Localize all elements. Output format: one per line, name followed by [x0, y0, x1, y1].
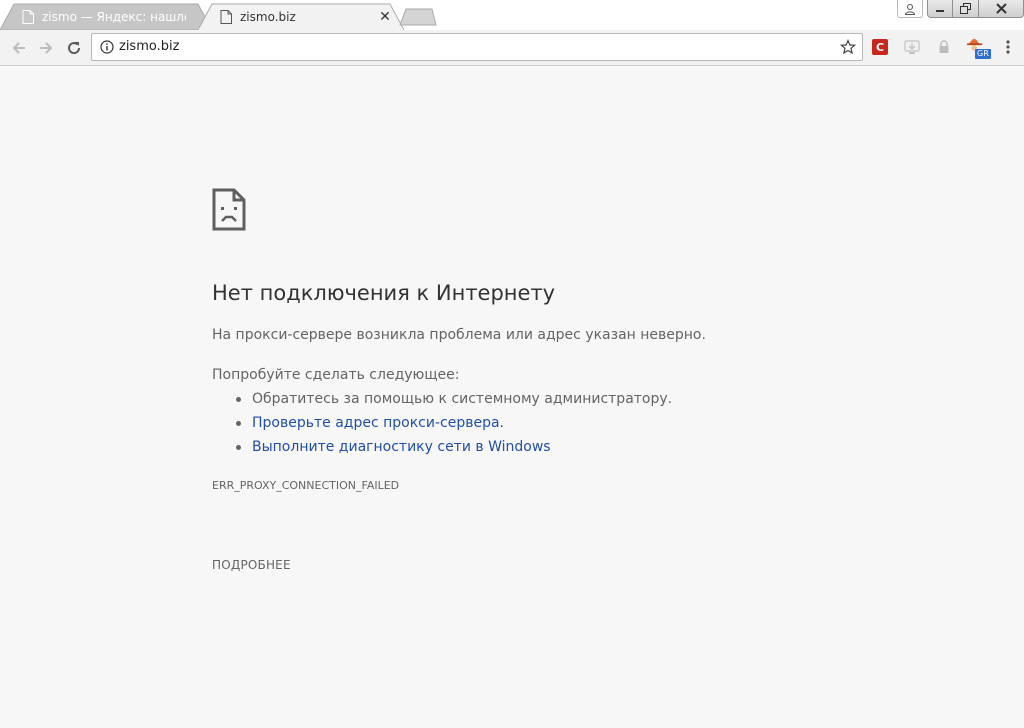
three-dots-vertical-icon: [1006, 40, 1010, 54]
url-text[interactable]: zismo.biz: [119, 34, 179, 60]
browser-toolbar: zismo.biz C GR: [0, 30, 1024, 66]
new-tab-button[interactable]: [398, 8, 438, 26]
close-tab-icon[interactable]: ✕: [378, 10, 392, 24]
back-button[interactable]: [8, 37, 30, 59]
suggestion-check-proxy: Проверьте адрес прокси-сервера.: [212, 414, 672, 438]
check-proxy-link[interactable]: Проверьте адрес прокси-сервера.: [252, 415, 504, 431]
chrome-menu-button[interactable]: [998, 37, 1018, 57]
download-icon: [904, 40, 920, 54]
details-button[interactable]: ПОДРОБНЕЕ: [212, 558, 291, 572]
reload-button[interactable]: [63, 37, 85, 59]
extension-gr-button[interactable]: GR: [966, 37, 991, 59]
profile-button[interactable]: [897, 0, 923, 18]
error-page: Нет подключения к Интернету На прокси-се…: [212, 188, 832, 572]
page-icon: [22, 10, 34, 24]
suggestion-contact-admin: Обратитесь за помощью к системному админ…: [212, 390, 672, 414]
extension-c-button[interactable]: C: [870, 37, 890, 57]
close-window-button[interactable]: [979, 0, 1024, 18]
address-bar[interactable]: zismo.biz: [91, 33, 863, 61]
page-icon: [220, 10, 232, 24]
info-icon[interactable]: [100, 40, 114, 54]
person-icon: [904, 3, 916, 15]
c-extension-icon: C: [872, 39, 888, 55]
extension-download-button[interactable]: [902, 37, 922, 57]
gr-badge: GR: [975, 49, 991, 59]
error-code: ERR_PROXY_CONNECTION_FAILED: [212, 479, 400, 492]
network-diagnostics-link[interactable]: Выполните диагностику сети в Windows: [252, 439, 551, 455]
arrow-right-icon: [40, 42, 53, 54]
close-icon: [995, 3, 1007, 14]
suggestions-list: Обратитесь за помощью к системному админ…: [212, 390, 672, 462]
minimize-button[interactable]: [927, 0, 953, 18]
error-title: Нет подключения к Интернету: [212, 281, 556, 305]
reload-icon: [68, 42, 81, 55]
extension-lock-button[interactable]: [934, 37, 954, 57]
title-bar: zismo — Яндекс: нашлос zismo.biz ✕: [0, 0, 1024, 30]
lock-icon: [939, 40, 949, 53]
tab-title: zismo — Яндекс: нашлос: [42, 10, 186, 24]
tab-zismo-biz[interactable]: zismo.biz ✕: [198, 3, 404, 30]
bookmark-star-icon[interactable]: [839, 38, 857, 56]
arrow-left-icon: [12, 42, 25, 54]
restore-icon: [960, 3, 971, 14]
tab-zismo-yandex[interactable]: zismo — Яндекс: нашлос: [0, 3, 212, 30]
restore-button[interactable]: [953, 0, 979, 18]
tab-title: zismo.biz: [240, 10, 296, 24]
suggestions-heading: Попробуйте сделать следующее:: [212, 367, 460, 383]
sad-page-icon: [212, 188, 246, 231]
error-description: На прокси-сервере возникла проблема или …: [212, 327, 706, 343]
forward-button[interactable]: [35, 37, 57, 59]
minimize-icon: [936, 9, 944, 12]
suggestion-run-diagnostics: Выполните диагностику сети в Windows: [212, 438, 672, 462]
